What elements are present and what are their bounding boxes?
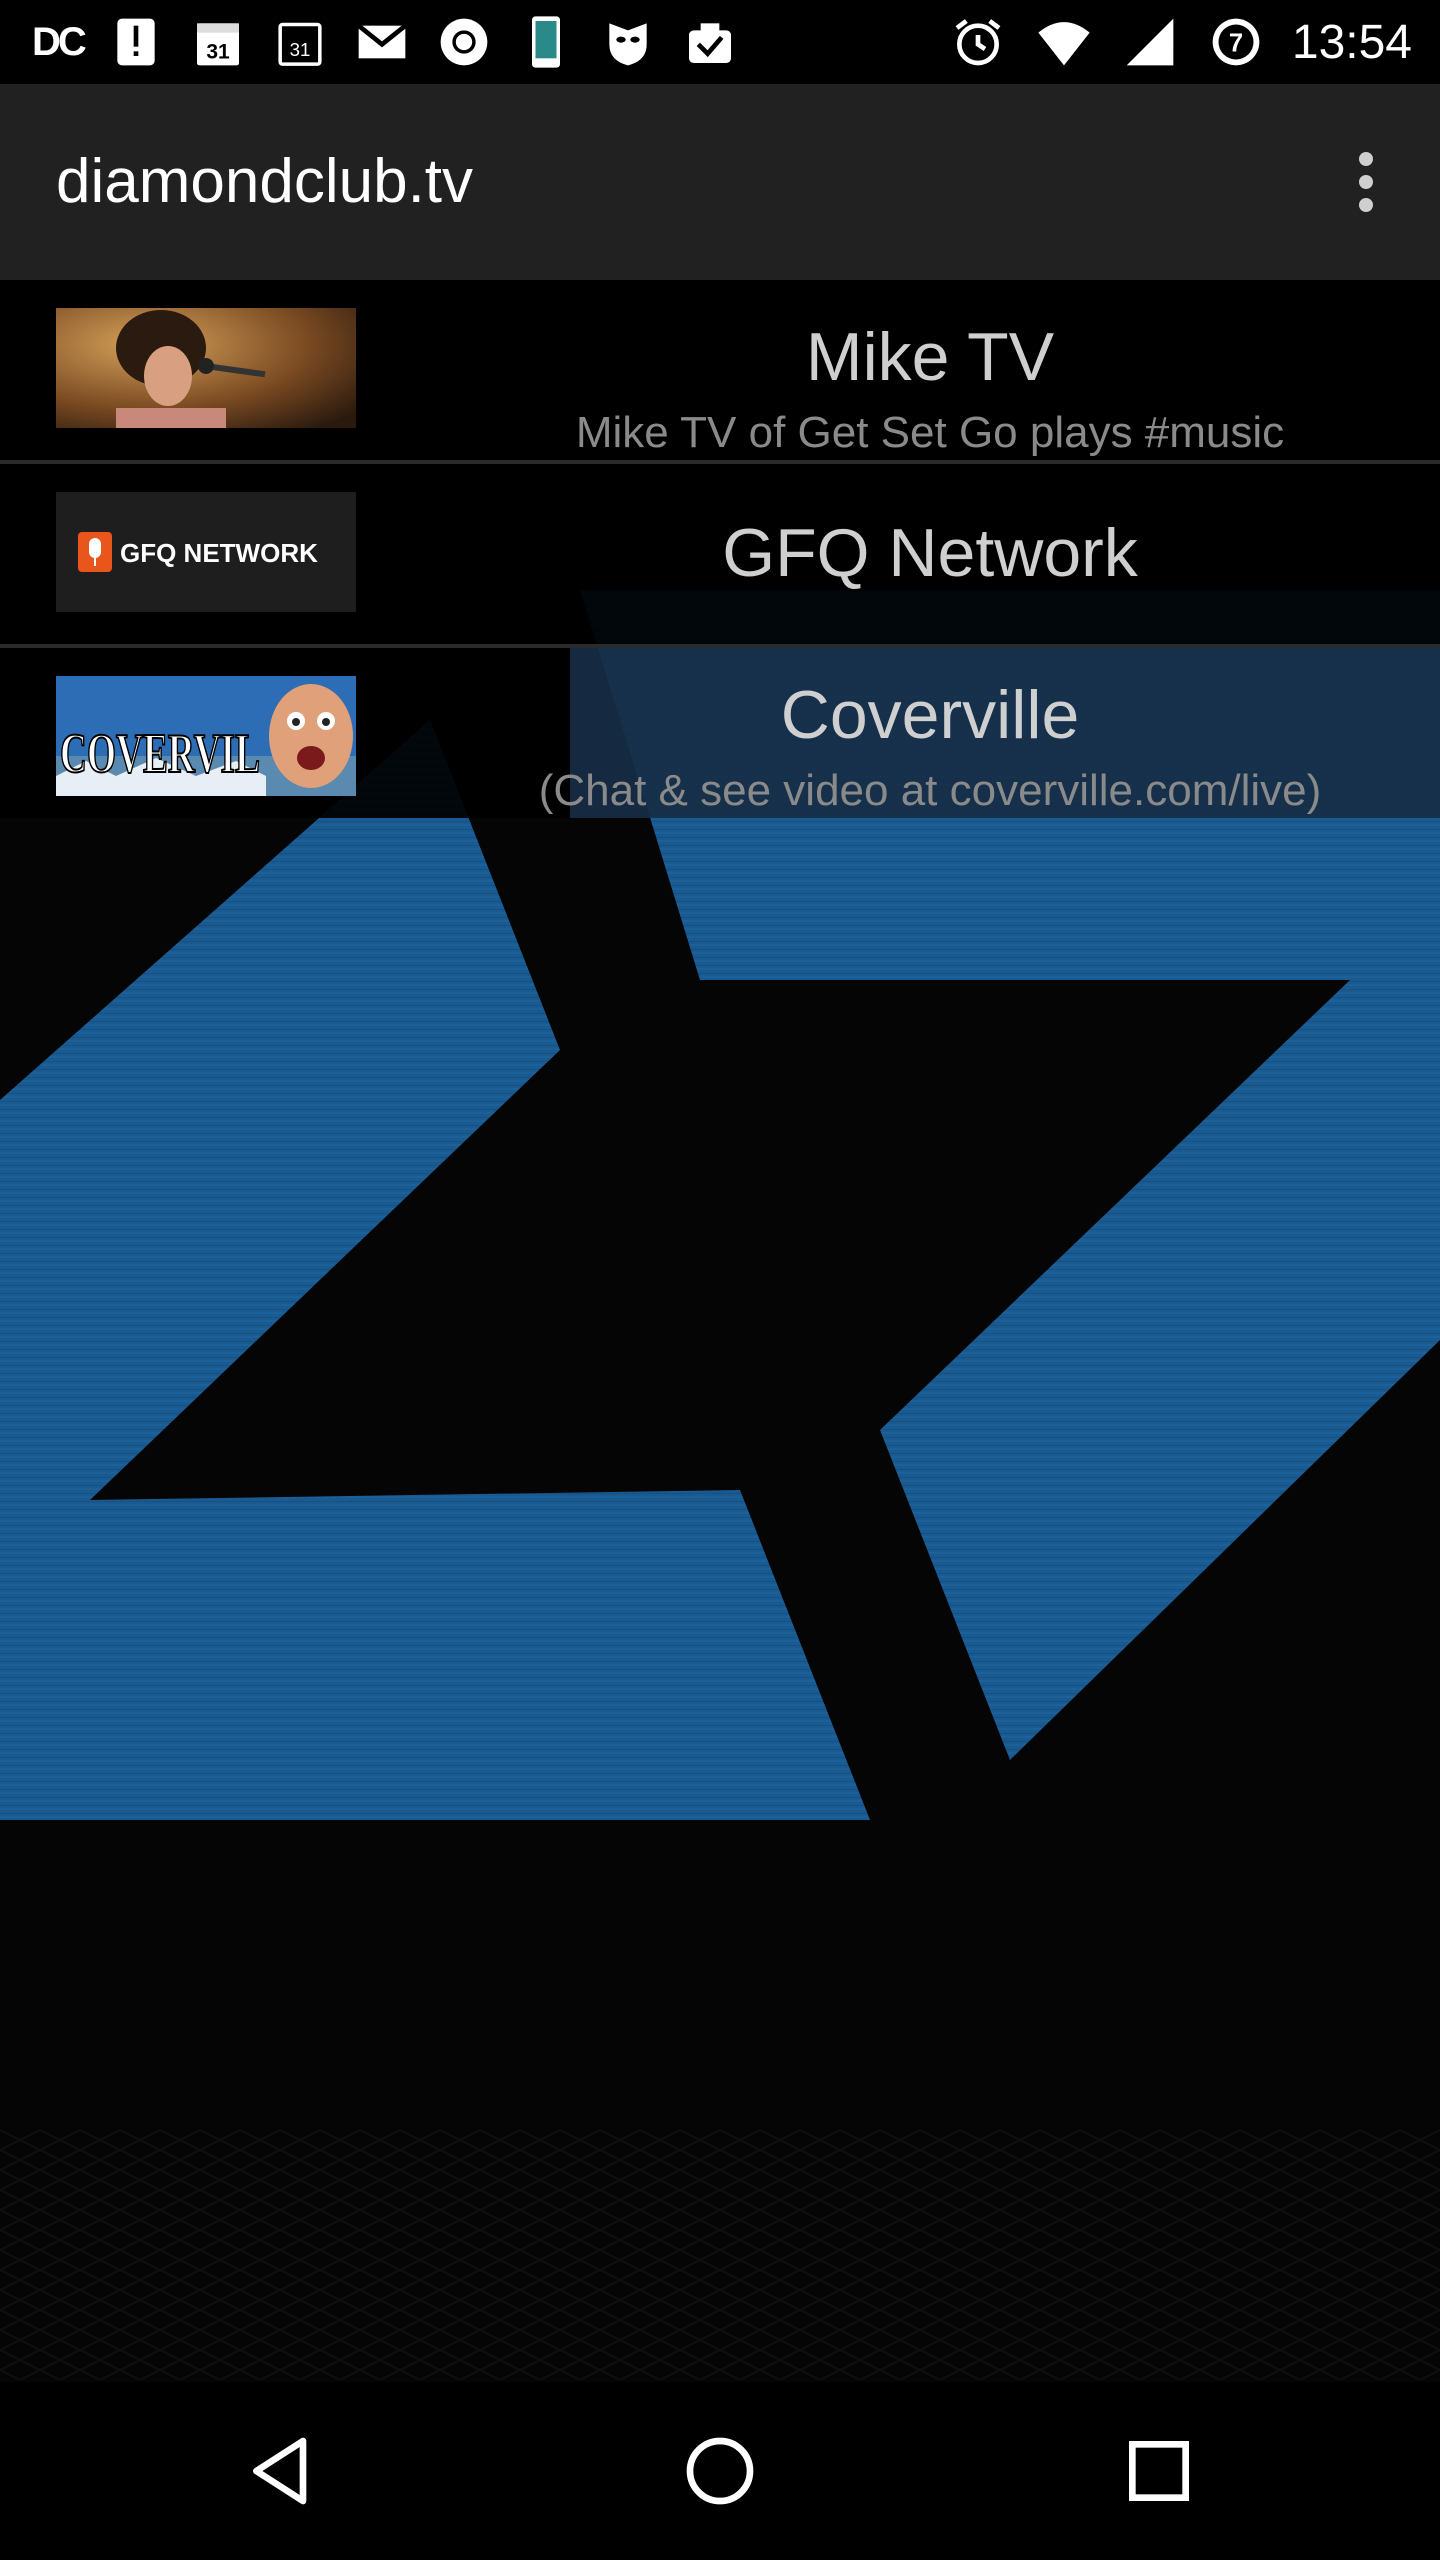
more-options-icon[interactable]	[1330, 146, 1402, 218]
page-title: diamondclub.tv	[56, 147, 474, 216]
recents-square-icon[interactable]	[1114, 2426, 1204, 2516]
alarm-icon	[948, 12, 1008, 72]
badge-7-icon: 7	[1206, 12, 1266, 72]
alert-icon	[106, 12, 166, 72]
channel-subtitle: Mike TV of Get Set Go plays #music	[575, 408, 1285, 457]
app-bar: diamondclub.tv	[0, 84, 1440, 280]
coverville-logo-icon: COVERVIL	[56, 676, 356, 796]
phone-icon	[516, 12, 576, 72]
dc-logo-icon: DC	[32, 19, 87, 64]
svg-text:GFQ NETWORK: GFQ NETWORK	[120, 538, 318, 568]
svg-text:COVERVIL: COVERVIL	[60, 723, 260, 785]
channel-subtitle: (Chat & see video at coverville.com/live…	[538, 766, 1322, 815]
signal-icon	[1120, 12, 1180, 72]
chrome-icon	[434, 12, 494, 72]
gmail-icon	[352, 12, 412, 72]
list-item-coverville[interactable]: COVERVIL Coverville (Chat & see video at…	[0, 648, 1440, 818]
channel-title: GFQ Network	[722, 515, 1138, 591]
svg-text:7: 7	[1229, 29, 1243, 57]
channel-list: Mike TV Mike TV of Get Set Go plays #mus…	[0, 280, 1440, 818]
list-item-mike-tv[interactable]: Mike TV Mike TV of Get Set Go plays #mus…	[0, 280, 1440, 464]
notification-icons: DC 31 31	[32, 0, 740, 84]
calendar-outline-icon: 31	[270, 12, 330, 72]
calendar-icon: 31	[188, 12, 248, 72]
incognito-icon	[598, 12, 658, 72]
system-icons: 7 13:54	[948, 0, 1412, 84]
wifi-icon	[1034, 12, 1094, 72]
gfq-network-logo-icon: GFQ NETWORK	[56, 492, 356, 612]
singer-photo-icon	[56, 308, 356, 428]
channel-title: Mike TV	[805, 319, 1055, 395]
status-bar: DC 31 31 7 13:54	[0, 0, 1440, 84]
list-item-gfq-network[interactable]: GFQ NETWORK GFQ Network	[0, 464, 1440, 648]
home-circle-icon[interactable]	[675, 2426, 765, 2516]
svg-text:31: 31	[289, 39, 310, 60]
svg-text:31: 31	[206, 40, 230, 63]
navigation-bar	[0, 2382, 1440, 2560]
channel-title: Coverville	[780, 677, 1080, 753]
task-icon	[680, 12, 740, 72]
clock: 13:54	[1291, 15, 1412, 69]
back-triangle-icon[interactable]	[238, 2426, 328, 2516]
